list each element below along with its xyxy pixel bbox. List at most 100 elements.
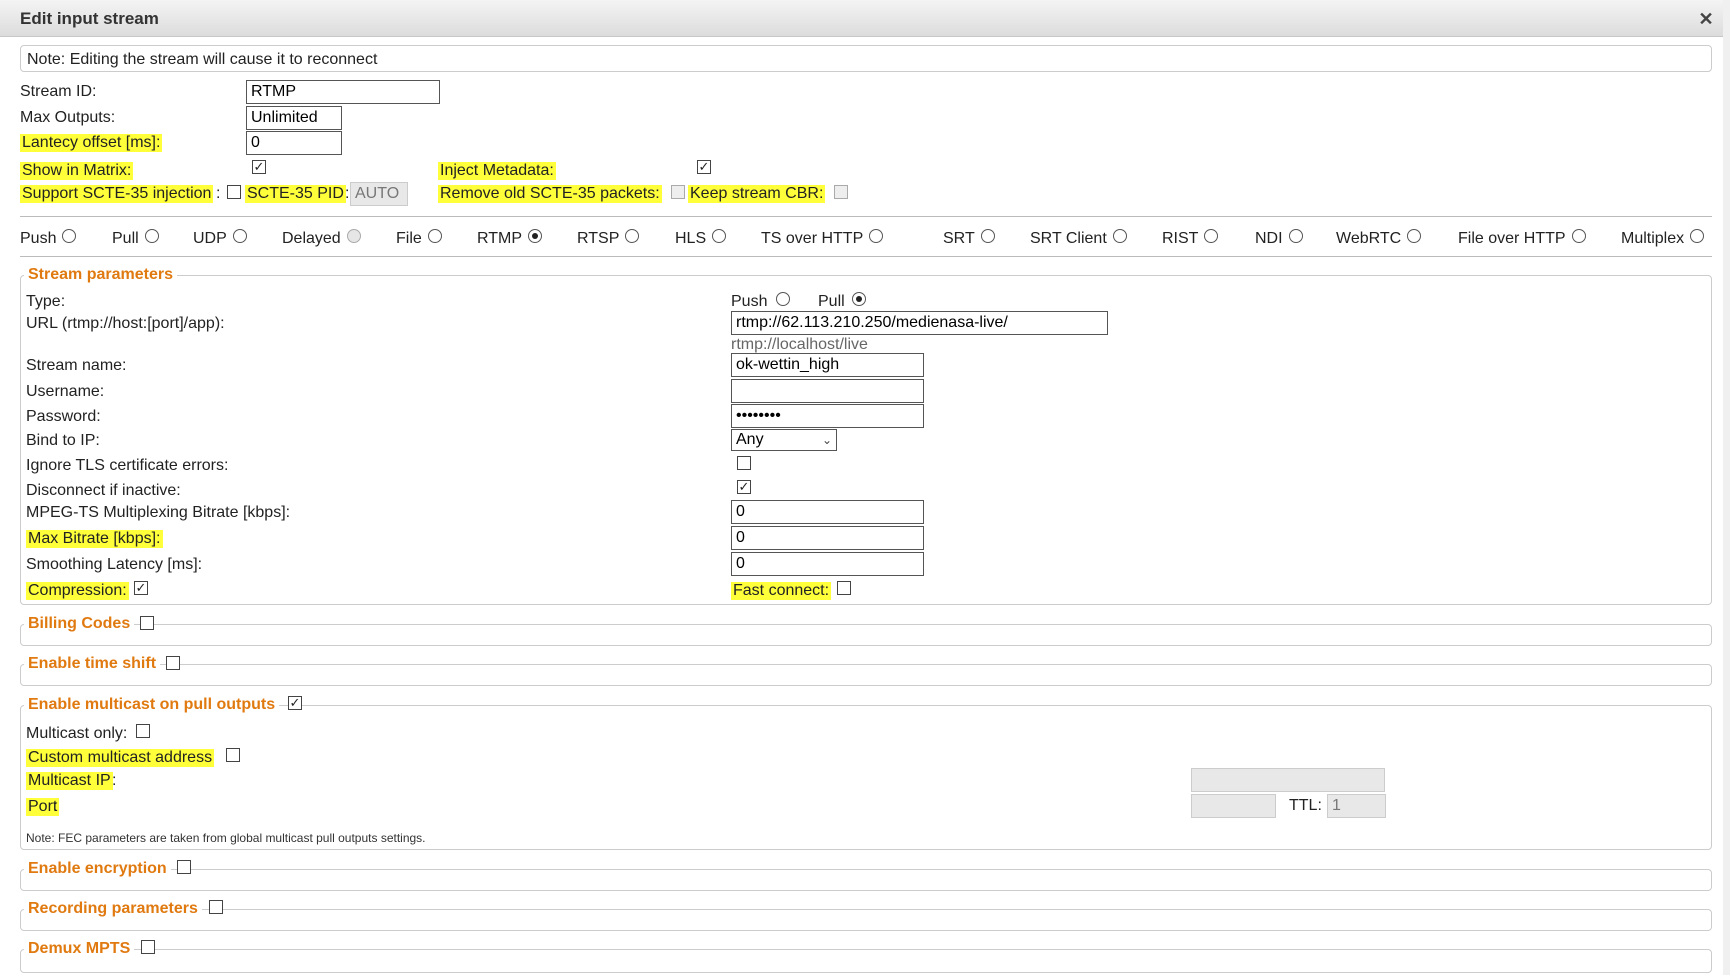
latency-offset-label: Lantecy offset [ms]:	[20, 134, 163, 152]
protocol-radio-srt[interactable]	[980, 229, 995, 243]
fec-note: Note: FEC parameters are taken from glob…	[26, 831, 426, 845]
chevron-down-icon: ⌄	[821, 433, 832, 447]
protocol-label-ndi: NDI	[1255, 230, 1283, 247]
bind-ip-select[interactable]: Any ⌄	[731, 429, 837, 451]
max-bitrate-input[interactable]	[731, 526, 924, 550]
protocol-radio-webrtc[interactable]	[1407, 229, 1422, 243]
stream-name-input[interactable]	[731, 353, 924, 377]
divider	[20, 256, 1712, 257]
url-hint: rtmp://localhost/live	[731, 336, 868, 353]
password-label: Password:	[26, 408, 101, 425]
protocol-option-rist[interactable]: RIST	[1162, 229, 1219, 248]
protocol-radio-ndi[interactable]	[1288, 229, 1303, 243]
type-push-radio[interactable]	[776, 292, 790, 306]
ttl-input	[1327, 794, 1386, 818]
latency-offset-input[interactable]	[246, 131, 342, 155]
multicast-ip-label: Multicast IP	[26, 772, 113, 790]
url-input[interactable]	[731, 311, 1108, 335]
multicast-only-label: Multicast only:	[26, 725, 128, 742]
protocol-option-srt[interactable]: SRT	[943, 229, 995, 248]
protocol-radio-delayed	[346, 229, 361, 243]
scrollbar[interactable]	[1723, 0, 1730, 975]
protocol-radio-udp[interactable]	[232, 229, 247, 243]
protocol-label-rtsp: RTSP	[577, 230, 620, 247]
bind-ip-value: Any	[736, 431, 764, 448]
scte35-injection-label: Support SCTE-35 injection	[20, 185, 214, 203]
protocol-option-webrtc[interactable]: WebRTC	[1336, 229, 1422, 248]
protocol-label-webrtc: WebRTC	[1336, 230, 1402, 247]
scte35-injection-colon: :	[216, 185, 221, 202]
scte35-injection-checkbox[interactable]	[227, 185, 241, 199]
multicast-checkbox[interactable]: ✓	[288, 696, 302, 710]
time-shift-section	[20, 664, 1712, 686]
ignore-tls-checkbox[interactable]	[737, 456, 751, 470]
protocol-radio-rtmp[interactable]	[528, 229, 543, 243]
protocol-option-delayed[interactable]: Delayed	[282, 229, 361, 248]
username-input[interactable]	[731, 379, 924, 403]
protocol-option-hls[interactable]: HLS	[675, 229, 727, 248]
password-input[interactable]	[731, 404, 924, 428]
encryption-checkbox[interactable]	[177, 860, 191, 874]
protocol-option-push[interactable]: Push	[20, 229, 77, 248]
protocol-radio-srt-client[interactable]	[1112, 229, 1127, 243]
protocol-radio-pull[interactable]	[144, 229, 159, 243]
fast-connect-checkbox[interactable]	[837, 581, 851, 595]
mux-bitrate-input[interactable]	[731, 500, 924, 524]
protocol-radio-hls[interactable]	[712, 229, 727, 243]
protocol-option-file[interactable]: File	[396, 229, 442, 248]
time-shift-legend: Enable time shift	[24, 655, 161, 673]
type-pull-label: Pull	[818, 293, 845, 310]
protocol-option-rtmp[interactable]: RTMP	[477, 229, 543, 248]
inject-metadata-checkbox[interactable]: ✓	[697, 160, 711, 174]
protocol-label-ts-over-http: TS over HTTP	[761, 230, 864, 247]
ignore-tls-label: Ignore TLS certificate errors:	[26, 457, 229, 474]
type-pull-radio[interactable]	[852, 292, 866, 306]
protocol-radio-file-over-http[interactable]	[1571, 229, 1586, 243]
protocol-radio-file[interactable]	[427, 229, 442, 243]
encryption-legend: Enable encryption	[24, 860, 171, 878]
protocol-option-file-over-http[interactable]: File over HTTP	[1458, 229, 1586, 248]
protocol-option-pull[interactable]: Pull	[112, 229, 159, 248]
ttl-label: TTL:	[1289, 797, 1322, 814]
custom-multicast-label: Custom multicast address	[26, 749, 215, 767]
show-in-matrix-checkbox[interactable]: ✓	[252, 160, 266, 174]
disconnect-inactive-checkbox[interactable]: ✓	[737, 480, 751, 494]
recording-checkbox[interactable]	[209, 900, 223, 914]
billing-codes-checkbox[interactable]	[140, 616, 154, 630]
stream-id-input[interactable]	[246, 80, 440, 104]
protocol-radio-rtsp[interactable]	[625, 229, 640, 243]
protocol-option-udp[interactable]: UDP	[193, 229, 247, 248]
compression-checkbox[interactable]: ✓	[134, 581, 148, 595]
multicast-only-checkbox[interactable]	[136, 724, 150, 738]
close-icon[interactable]: ✕	[1697, 10, 1715, 28]
mux-bitrate-label: MPEG-TS Multiplexing Bitrate [kbps]:	[26, 504, 291, 521]
protocol-label-hls: HLS	[675, 230, 707, 247]
protocol-label-rist: RIST	[1162, 230, 1199, 247]
recording-section	[20, 909, 1712, 931]
smoothing-latency-input[interactable]	[731, 552, 924, 576]
stream-parameters-legend: Stream parameters	[24, 266, 177, 284]
multicast-ip-colon: :	[112, 772, 117, 789]
max-outputs-label: Max Outputs:	[20, 109, 116, 126]
demux-checkbox[interactable]	[141, 940, 155, 954]
protocol-option-srt-client[interactable]: SRT Client	[1030, 229, 1127, 248]
fast-connect-label: Fast connect:	[731, 582, 832, 600]
max-bitrate-label: Max Bitrate [kbps]:	[26, 530, 163, 548]
protocol-label-multiplex: Multiplex	[1621, 230, 1685, 247]
protocol-radio-push[interactable]	[62, 229, 77, 243]
time-shift-checkbox[interactable]	[166, 656, 180, 670]
protocol-option-ndi[interactable]: NDI	[1255, 229, 1303, 248]
custom-multicast-checkbox[interactable]	[226, 748, 240, 762]
max-outputs-input[interactable]	[246, 106, 342, 130]
multicast-legend: Enable multicast on pull outputs	[24, 696, 280, 714]
recording-legend: Recording parameters	[24, 900, 202, 918]
protocol-option-rtsp[interactable]: RTSP	[577, 229, 640, 248]
protocol-radio-multiplex[interactable]	[1690, 229, 1705, 243]
divider	[20, 216, 1712, 217]
protocol-radio-ts-over-http[interactable]	[869, 229, 884, 243]
bind-ip-label: Bind to IP:	[26, 432, 100, 449]
protocol-radio-rist[interactable]	[1204, 229, 1219, 243]
protocol-option-multiplex[interactable]: Multiplex	[1621, 229, 1705, 248]
protocol-label-rtmp: RTMP	[477, 230, 523, 247]
protocol-option-ts-over-http[interactable]: TS over HTTP	[761, 229, 884, 248]
